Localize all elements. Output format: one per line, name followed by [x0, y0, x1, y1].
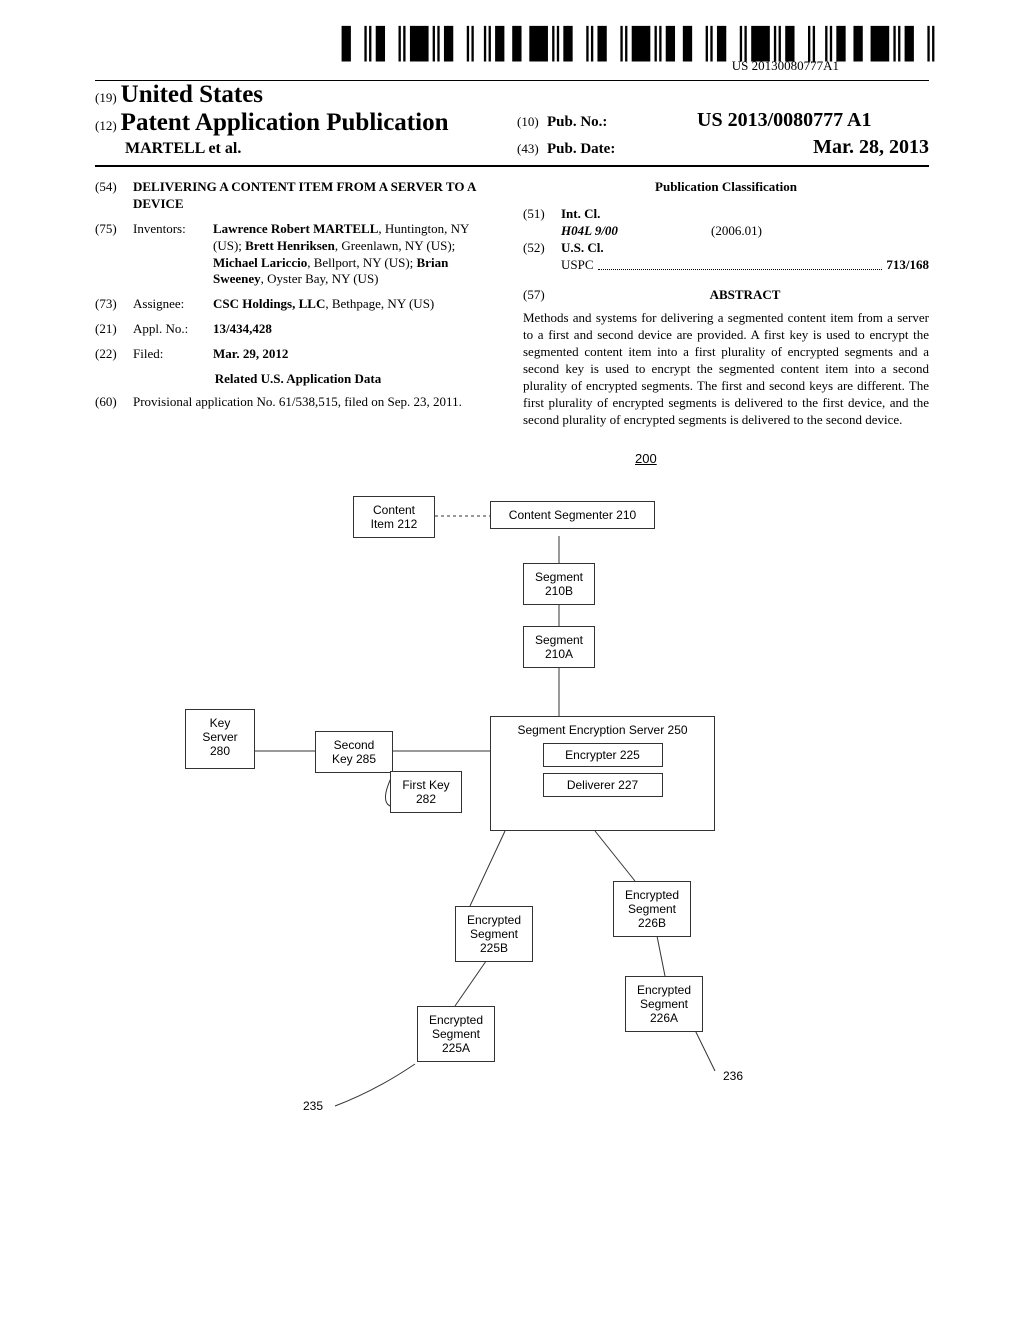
field-num-12: (12)	[95, 118, 117, 133]
intcl-code: H04L 9/00	[561, 223, 711, 240]
intcl-year: (2006.01)	[711, 223, 762, 240]
intcl-block: Int. Cl. H04L 9/00 (2006.01)	[561, 206, 929, 240]
field-num-22: (22)	[95, 346, 133, 363]
abstract-heading-row: (57) ABSTRACT	[523, 287, 929, 304]
applno-label: Appl. No.:	[133, 321, 213, 338]
uspc-value: 713/168	[886, 257, 929, 274]
uscl-block: U.S. Cl. USPC 713/168	[561, 240, 929, 274]
authors-line: MARTELL et al.	[95, 140, 507, 158]
field-num-10: (10)	[517, 114, 547, 130]
box-seg-enc-server: Segment Encryption Server 250 Encrypter …	[490, 716, 715, 831]
box-content-segmenter: Content Segmenter 210	[490, 501, 655, 529]
field-num-54: (54)	[95, 179, 133, 213]
header: (19) United States (12) Patent Applicati…	[95, 81, 929, 159]
box-deliverer: Deliverer 227	[543, 773, 663, 797]
inventor-3-name: Michael Lariccio	[213, 255, 307, 270]
field-num-51: (51)	[523, 206, 561, 240]
pubdate-row: (43) Pub. Date: Mar. 28, 2013	[517, 136, 929, 159]
field-num-57: (57)	[523, 287, 561, 304]
body-columns: (54) DELIVERING A CONTENT ITEM FROM A SE…	[95, 179, 929, 429]
box-segment-210a: Segment 210A	[523, 626, 595, 668]
ref-236: 236	[723, 1069, 743, 1083]
field-num-73: (73)	[95, 296, 133, 313]
pubdate-value: Mar. 28, 2013	[813, 136, 929, 159]
pub-type: Patent Application Publication	[121, 109, 449, 136]
field-num-60: (60)	[95, 394, 133, 411]
patent-page: ▌║▌║█║▌║║▌▌█║▌║▌║█║▌▌║▌║█║▌║║▌▌█║▌║ US 2…	[0, 0, 1024, 1320]
box-content-item: Content Item 212	[353, 496, 435, 538]
pubdate-label: Pub. Date:	[547, 141, 697, 158]
inventor-1-name: Lawrence Robert MARTELL	[213, 221, 378, 236]
barcode-graphic: ▌║▌║█║▌║║▌▌█║▌║▌║█║▌▌║▌║█║▌║║▌▌█║▌║	[342, 30, 939, 60]
pub-class-heading: Publication Classification	[523, 179, 929, 196]
divider-thick	[95, 165, 929, 167]
assignee-name: CSC Holdings, LLC	[213, 296, 325, 311]
field-num-75: (75)	[95, 221, 133, 289]
country-name: United States	[121, 81, 263, 108]
filed-row: (22) Filed: Mar. 29, 2012	[95, 346, 501, 363]
dotted-leader	[598, 257, 883, 271]
provisional-text: Provisional application No. 61/538,515, …	[133, 394, 501, 411]
assignee-row: (73) Assignee: CSC Holdings, LLC, Bethpa…	[95, 296, 501, 313]
uscl-row: (52) U.S. Cl. USPC 713/168	[523, 240, 929, 274]
abstract-text: Methods and systems for delivering a seg…	[523, 310, 929, 428]
inventor-2-loc: , Greenlawn, NY (US);	[335, 238, 455, 253]
label-seg-enc-server: Segment Encryption Server 250	[499, 723, 706, 737]
intcl-label: Int. Cl.	[561, 206, 929, 223]
abstract-label: ABSTRACT	[561, 287, 929, 304]
intcl-row: (51) Int. Cl. H04L 9/00 (2006.01)	[523, 206, 929, 240]
inventors-row: (75) Inventors: Lawrence Robert MARTELL,…	[95, 221, 501, 289]
box-encrypter: Encrypter 225	[543, 743, 663, 767]
box-key-server: Key Server 280	[185, 709, 255, 769]
invention-title: DELIVERING A CONTENT ITEM FROM A SERVER …	[133, 179, 501, 213]
box-enc-seg-226b: Encrypted Segment 226B	[613, 881, 691, 937]
box-segment-210b: Segment 210B	[523, 563, 595, 605]
figure-diagram: 200 Content Item 212 Content Segmenter 2…	[95, 451, 929, 1131]
header-left: (19) United States (12) Patent Applicati…	[95, 81, 507, 159]
field-num-43: (43)	[517, 141, 547, 157]
uspc-label: USPC	[561, 257, 594, 274]
uspc-row: USPC 713/168	[561, 257, 929, 274]
applno-row: (21) Appl. No.: 13/434,428	[95, 321, 501, 338]
applno-value: 13/434,428	[213, 321, 501, 338]
figure-ref-200: 200	[635, 451, 657, 466]
header-right: (10) Pub. No.: US 2013/0080777 A1 (43) P…	[507, 81, 929, 159]
filed-label: Filed:	[133, 346, 213, 363]
assignee-value: CSC Holdings, LLC, Bethpage, NY (US)	[213, 296, 501, 313]
pub-type-row: (12) Patent Application Publication	[95, 109, 507, 137]
field-num-21: (21)	[95, 321, 133, 338]
related-app-heading: Related U.S. Application Data	[95, 371, 501, 388]
inventor-4-loc: , Oyster Bay, NY (US)	[261, 271, 379, 286]
inventor-2-name: Brett Henriksen	[245, 238, 335, 253]
assignee-loc: , Bethpage, NY (US)	[325, 296, 434, 311]
ref-235: 235	[303, 1099, 323, 1113]
pubno-label: Pub. No.:	[547, 114, 697, 131]
field-num-52: (52)	[523, 240, 561, 274]
box-enc-seg-225b: Encrypted Segment 225B	[455, 906, 533, 962]
box-enc-seg-225a: Encrypted Segment 225A	[417, 1006, 495, 1062]
box-first-key: First Key 282	[390, 771, 462, 813]
box-second-key: Second Key 285	[315, 731, 393, 773]
intcl-code-row: H04L 9/00 (2006.01)	[561, 223, 929, 240]
field-num-19: (19)	[95, 90, 117, 105]
inventors-label: Inventors:	[133, 221, 213, 289]
inventor-3-loc: , Bellport, NY (US);	[307, 255, 416, 270]
uscl-label: U.S. Cl.	[561, 240, 929, 257]
left-column: (54) DELIVERING A CONTENT ITEM FROM A SE…	[95, 179, 501, 429]
country-row: (19) United States	[95, 81, 507, 109]
box-enc-seg-226a: Encrypted Segment 226A	[625, 976, 703, 1032]
filed-value: Mar. 29, 2012	[213, 346, 501, 363]
barcode-row: ▌║▌║█║▌║║▌▌█║▌║▌║█║▌▌║▌║█║▌║║▌▌█║▌║	[95, 30, 929, 60]
provisional-row: (60) Provisional application No. 61/538,…	[95, 394, 501, 411]
assignee-label: Assignee:	[133, 296, 213, 313]
pubno-row: (10) Pub. No.: US 2013/0080777 A1	[517, 109, 929, 132]
pubno-value: US 2013/0080777 A1	[697, 109, 871, 132]
inventors-value: Lawrence Robert MARTELL, Huntington, NY …	[213, 221, 501, 289]
right-column: Publication Classification (51) Int. Cl.…	[523, 179, 929, 429]
title-row: (54) DELIVERING A CONTENT ITEM FROM A SE…	[95, 179, 501, 213]
